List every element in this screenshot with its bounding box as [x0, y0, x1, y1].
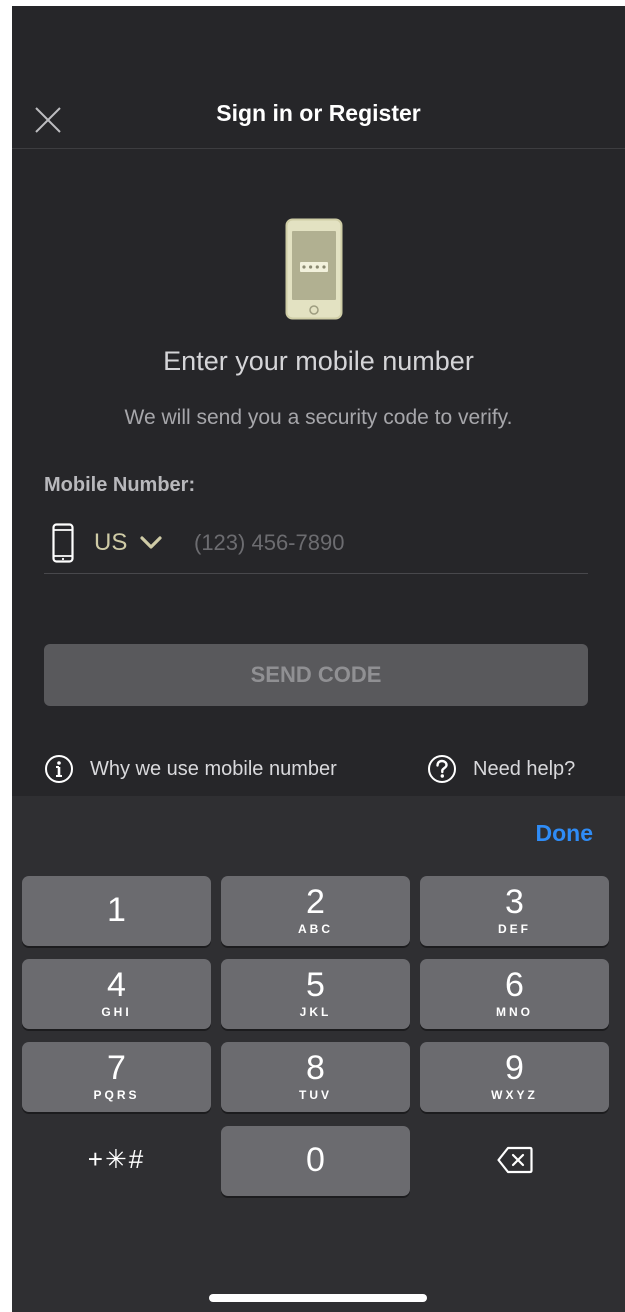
- key-7[interactable]: 7 PQRS: [22, 1042, 211, 1112]
- key-symbols[interactable]: +✳#: [22, 1126, 211, 1196]
- mobile-number-label: Mobile Number:: [44, 474, 196, 496]
- key-digit: 2: [306, 883, 325, 921]
- key-3[interactable]: 3 DEF: [420, 876, 609, 946]
- key-letters: DEF: [498, 922, 531, 936]
- subheading: We will send you a security code to veri…: [124, 406, 513, 429]
- country-code: US: [94, 529, 128, 556]
- key-letters: WXYZ: [491, 1088, 538, 1102]
- key-0[interactable]: 0: [221, 1126, 410, 1196]
- chevron-down-icon: [140, 536, 162, 549]
- backspace-icon: [496, 1146, 533, 1174]
- mobile-number-field: US: [44, 521, 588, 574]
- page-title: Sign in or Register: [216, 100, 421, 126]
- key-digit: 1: [107, 891, 126, 929]
- close-button[interactable]: [30, 102, 66, 138]
- phone-code-icon: [285, 218, 343, 320]
- key-digit: 6: [505, 966, 524, 1004]
- navigation-bar: Sign in or Register: [12, 82, 625, 149]
- heading: Enter your mobile number: [163, 346, 474, 376]
- backspace-key[interactable]: [420, 1126, 609, 1196]
- key-8[interactable]: 8 TUV: [221, 1042, 410, 1112]
- mobile-device-icon: [52, 523, 74, 563]
- key-digit: 8: [306, 1049, 325, 1087]
- key-letters: MNO: [496, 1005, 533, 1019]
- app-screen: Sign in or Register Enter your mobile nu…: [12, 6, 625, 1312]
- key-digit: 4: [107, 966, 126, 1004]
- numeric-keyboard: Done 1 2 ABC 3 DEF 4 GHI 5 JKL 6 MNO 7 P…: [12, 796, 625, 1312]
- key-letters: TUV: [299, 1088, 332, 1102]
- key-letters: GHI: [101, 1005, 132, 1019]
- info-icon: [45, 755, 73, 783]
- question-icon: [428, 755, 456, 783]
- key-digit: 3: [505, 883, 524, 921]
- country-code-selector[interactable]: US: [94, 525, 163, 561]
- key-5[interactable]: 5 JKL: [221, 959, 410, 1029]
- send-code-button[interactable]: SEND CODE: [44, 644, 588, 706]
- key-letters: ABC: [298, 922, 333, 936]
- done-button[interactable]: Done: [536, 820, 594, 847]
- close-icon: [35, 107, 61, 133]
- why-mobile-number-link[interactable]: Why we use mobile number: [44, 754, 337, 784]
- key-4[interactable]: 4 GHI: [22, 959, 211, 1029]
- key-digit: 0: [306, 1141, 325, 1179]
- home-indicator[interactable]: [209, 1294, 427, 1302]
- need-help-link[interactable]: Need help?: [427, 754, 575, 784]
- symbols-label: +✳#: [87, 1144, 146, 1174]
- phone-number-input[interactable]: [194, 525, 584, 561]
- key-2[interactable]: 2 ABC: [221, 876, 410, 946]
- status-bar: [12, 6, 625, 82]
- need-help-text: Need help?: [473, 757, 576, 780]
- key-digit: 7: [107, 1049, 126, 1087]
- key-1[interactable]: 1: [22, 876, 211, 946]
- why-mobile-number-text: Why we use mobile number: [90, 757, 337, 780]
- key-letters: JKL: [299, 1005, 332, 1019]
- key-letters: PQRS: [93, 1088, 140, 1102]
- key-digit: 5: [306, 966, 325, 1004]
- key-6[interactable]: 6 MNO: [420, 959, 609, 1029]
- key-digit: 9: [505, 1049, 524, 1087]
- key-9[interactable]: 9 WXYZ: [420, 1042, 609, 1112]
